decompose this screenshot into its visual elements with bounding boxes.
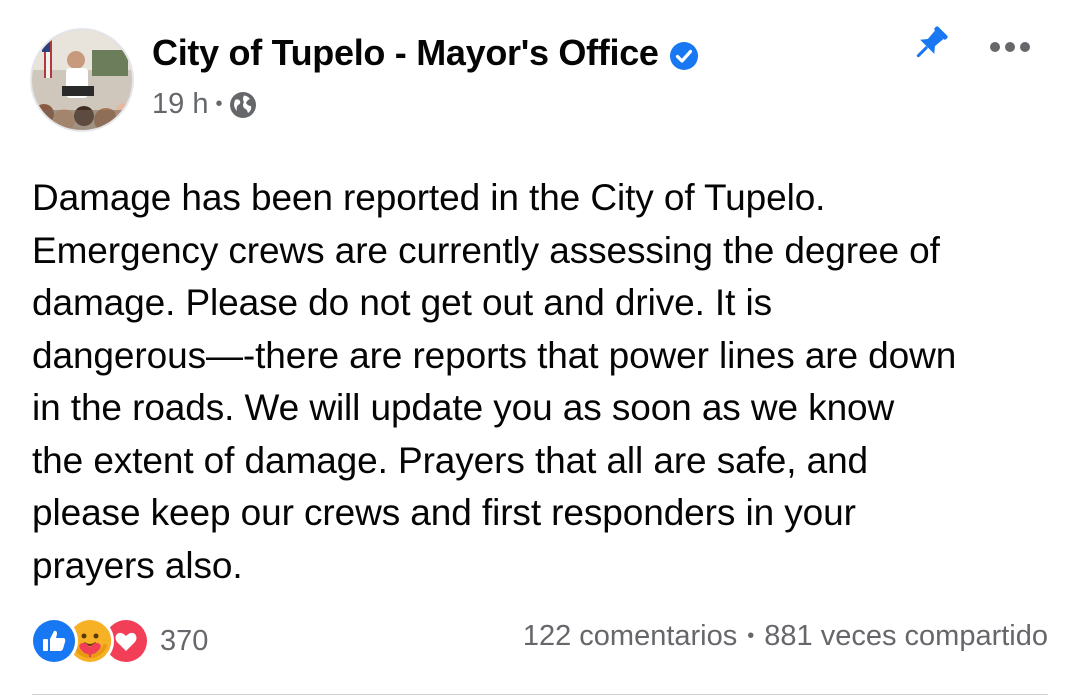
post-timestamp[interactable]: 19 h [152, 88, 208, 121]
post-stats: 122 comentarios • 881 veces compartido [523, 620, 1048, 653]
verified-badge-icon [669, 38, 699, 70]
pin-icon[interactable] [908, 22, 952, 66]
more-icon[interactable] [986, 38, 1034, 56]
stats-separator: • [747, 625, 755, 647]
post-body: Damage has been reported in the City of … [32, 177, 957, 586]
globe-icon[interactable] [229, 91, 257, 119]
meta-separator: • [215, 93, 223, 115]
shares-count[interactable]: 881 veces compartido [764, 620, 1048, 653]
like-icon [30, 617, 78, 665]
page-avatar[interactable] [32, 30, 132, 130]
page-name-row: City of Tupelo - Mayor's Office [152, 32, 699, 74]
avatar-photo [32, 30, 132, 130]
comments-count[interactable]: 122 comentarios [523, 620, 737, 653]
divider [32, 694, 1048, 695]
page-name[interactable]: City of Tupelo - Mayor's Office [152, 32, 659, 74]
post-meta: 19 h • [152, 88, 257, 121]
reactions-count[interactable]: 370 [160, 625, 208, 658]
reactions-summary[interactable]: 370 [30, 617, 208, 665]
